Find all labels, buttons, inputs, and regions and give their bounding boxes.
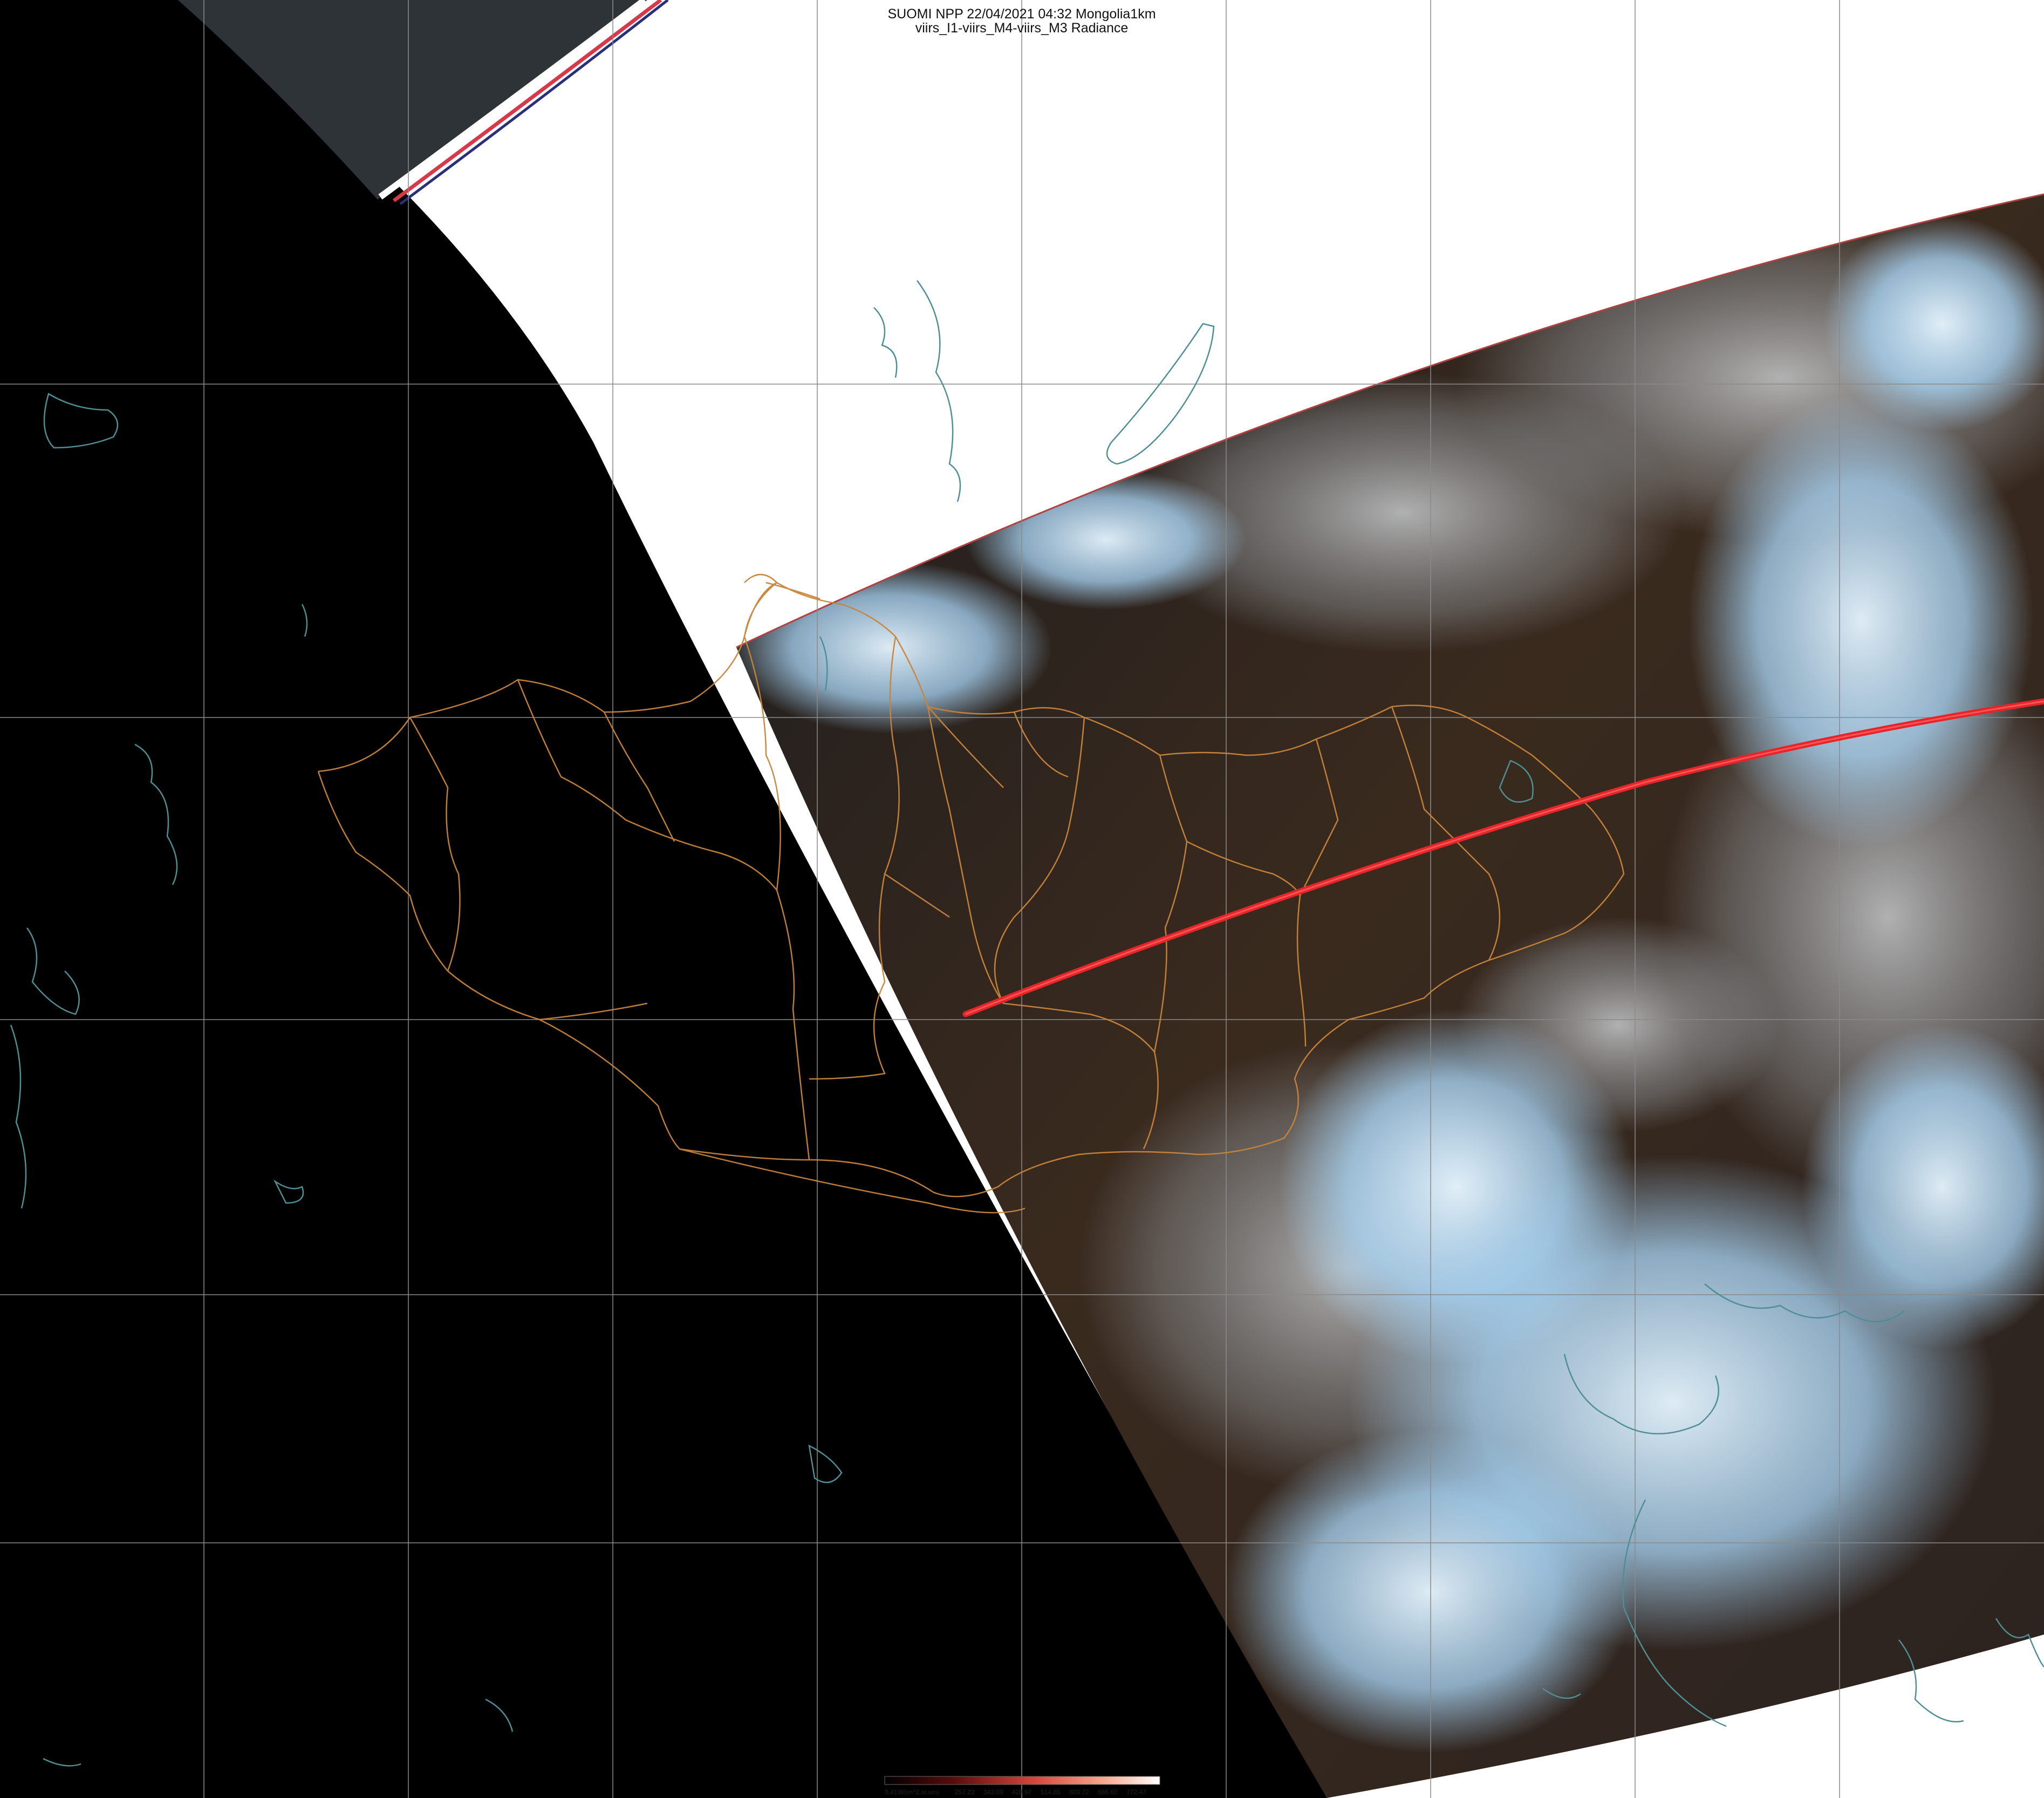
colorbar-tick-7: 772.47 xyxy=(1126,1788,1146,1796)
colorbar-tick-0: 0.41W/(m^2.sr.um) xyxy=(885,1788,939,1796)
colorbar-tick-1: 257.22 xyxy=(955,1788,975,1796)
colorbar-tick-2: 343.09 xyxy=(983,1788,1003,1796)
colorbar-gradient xyxy=(884,1776,1160,1785)
colorbar-tick-6: 686.60 xyxy=(1098,1788,1118,1796)
map-title-line2: viirs_I1-viirs_M4-viirs_M3 Radiance xyxy=(915,20,1129,36)
colorbar-tick-4: 514.85 xyxy=(1041,1788,1061,1796)
colorbar-tick-3: 428.97 xyxy=(1012,1788,1032,1796)
satellite-image-map: SUOMI NPP 22/04/2021 04:32 Mongolia1km v… xyxy=(0,0,2044,1798)
colorbar-tick-5: 600.72 xyxy=(1069,1788,1089,1796)
map-title-line1: SUOMI NPP 22/04/2021 04:32 Mongolia1km xyxy=(887,6,1156,22)
